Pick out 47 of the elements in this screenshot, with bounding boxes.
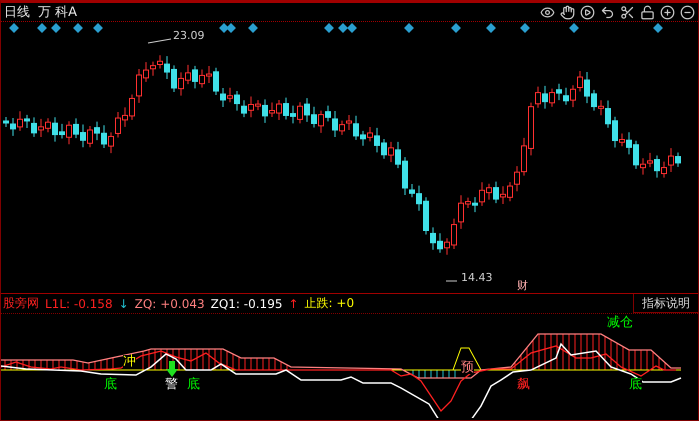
high-price-label: 23.09 bbox=[173, 29, 204, 42]
signal-label: 底 bbox=[187, 378, 200, 391]
diamond-marker bbox=[248, 23, 258, 33]
stock-name: 万 科A bbox=[38, 4, 78, 21]
diamond-marker bbox=[653, 23, 663, 33]
diamond-marker bbox=[404, 23, 414, 33]
unlock-icon[interactable] bbox=[640, 4, 655, 20]
signal-label: 预 bbox=[461, 361, 474, 374]
indicator-value: 止跌: +0 bbox=[304, 295, 354, 312]
trend-arrow: ↓ bbox=[118, 296, 129, 310]
low-price-label: 14.43 bbox=[461, 271, 492, 284]
indicator-name: 股旁网 bbox=[3, 295, 39, 312]
period-label: 日线 bbox=[4, 4, 30, 21]
signal-label: 飙 bbox=[517, 378, 530, 391]
signal-label: 冲 bbox=[123, 355, 136, 368]
diamond-marker bbox=[486, 23, 496, 33]
diamond-marker bbox=[451, 23, 461, 33]
play-icon[interactable] bbox=[580, 4, 595, 20]
zoom-out-icon[interactable] bbox=[680, 4, 695, 20]
diamond-marker bbox=[73, 23, 83, 33]
diamond-marker bbox=[226, 23, 236, 33]
leader-line bbox=[148, 38, 172, 44]
diamond-marker bbox=[51, 23, 61, 33]
signal-label: 底 bbox=[104, 378, 117, 391]
zoom-in-icon[interactable] bbox=[660, 4, 675, 20]
diamond-marker bbox=[569, 23, 579, 33]
diamond-marker bbox=[338, 23, 348, 33]
diamond-marker bbox=[37, 23, 47, 33]
diamond-marker bbox=[324, 23, 334, 33]
indicator-value: ZQ1: -0.195 bbox=[210, 296, 282, 310]
indicator-help-button[interactable]: 指标说明 bbox=[633, 294, 698, 313]
signal-label: 底 bbox=[629, 378, 642, 391]
diamond-marker bbox=[347, 23, 357, 33]
signal-label: 警 bbox=[165, 378, 178, 391]
finance-marker: 财 bbox=[517, 278, 528, 293]
leader-line bbox=[446, 280, 458, 282]
diamond-marker bbox=[9, 23, 19, 33]
diamond-marker bbox=[520, 23, 530, 33]
scissors-icon[interactable] bbox=[620, 4, 635, 20]
signal-label: 减仓 bbox=[607, 316, 633, 329]
undo-icon[interactable] bbox=[600, 4, 615, 20]
hand-icon[interactable] bbox=[560, 4, 575, 20]
eye-icon[interactable] bbox=[540, 4, 555, 20]
diamond-marker bbox=[93, 23, 103, 33]
indicator-value: L1L: -0.158 bbox=[45, 296, 113, 310]
trend-arrow: ↑ bbox=[288, 296, 299, 310]
indicator-value: ZQ: +0.043 bbox=[134, 296, 205, 310]
